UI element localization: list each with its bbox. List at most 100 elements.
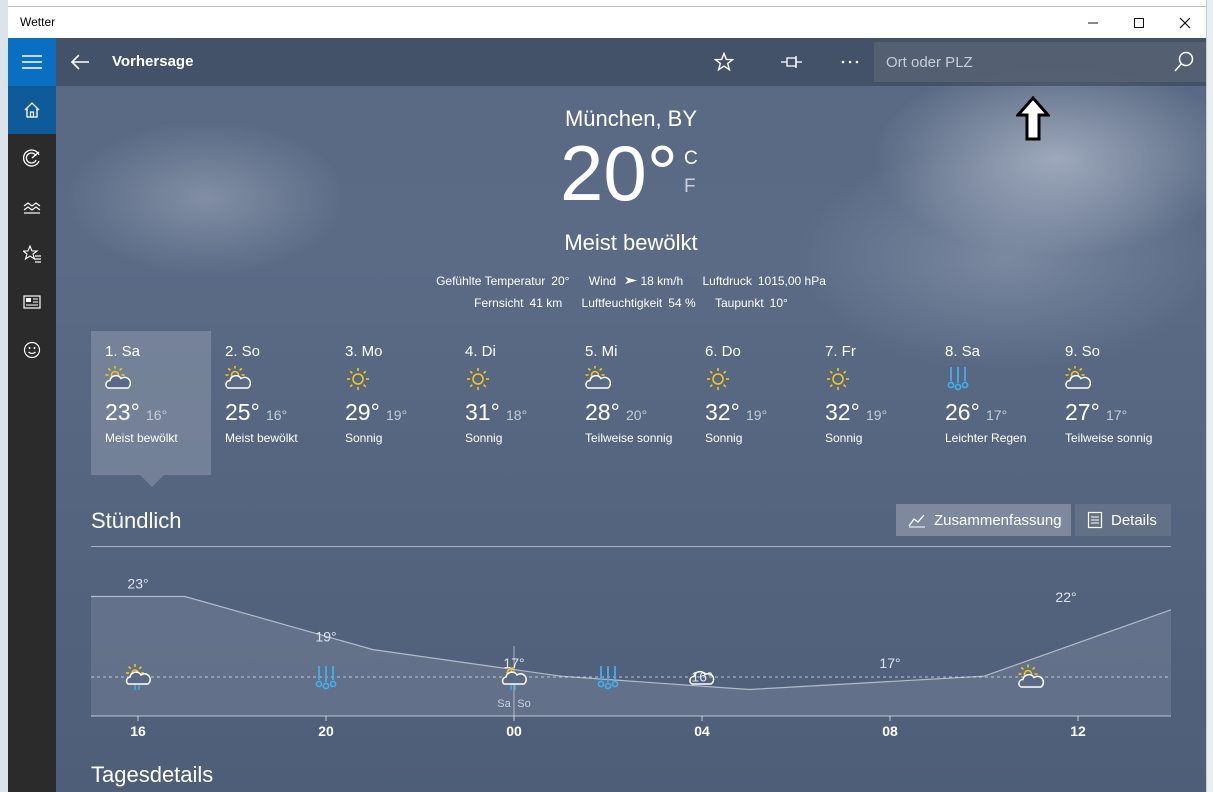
maximize-icon bbox=[1134, 18, 1144, 28]
day-forecast-7[interactable]: 7. Fr 32° 19° Sonnig bbox=[811, 331, 931, 475]
day-name: 1. Sa bbox=[105, 343, 141, 360]
x-tick-label: 08 bbox=[882, 723, 898, 739]
command-bar: Vorhersage bbox=[56, 38, 1206, 86]
search-icon[interactable] bbox=[1172, 50, 1196, 74]
current-condition: Meist bewölkt bbox=[564, 230, 698, 255]
radar-icon bbox=[23, 149, 40, 167]
day-high: 26° bbox=[945, 399, 980, 425]
x-tick-label: 12 bbox=[1070, 723, 1086, 739]
more-icon bbox=[841, 60, 859, 64]
day-low: 19° bbox=[866, 407, 888, 423]
nav-news[interactable] bbox=[8, 278, 56, 326]
day-condition: Teilweise sonnig bbox=[1065, 431, 1153, 445]
day-forecast-4[interactable]: 4. Di 31° 18° Sonnig bbox=[451, 331, 571, 475]
maximize-button[interactable] bbox=[1116, 7, 1162, 39]
day-forecast-1[interactable]: 1. Sa 23° 16° Meist bewölkt bbox=[91, 331, 211, 475]
day-name: 5. Mi bbox=[585, 343, 618, 360]
day-name: 4. Di bbox=[465, 343, 496, 360]
stat-feels-like: Gefühlte Temperatur 20° bbox=[436, 274, 570, 288]
day-high: 32° bbox=[825, 399, 860, 425]
nav-maps[interactable] bbox=[8, 134, 56, 182]
day-forecast-6[interactable]: 6. Do 32° 19° Sonnig bbox=[691, 331, 811, 475]
nav-favorites[interactable] bbox=[8, 230, 56, 278]
day-name: 6. Do bbox=[705, 343, 741, 360]
temperature-data-label: 23° bbox=[127, 576, 148, 592]
minimize-button[interactable] bbox=[1070, 7, 1116, 39]
search-input[interactable] bbox=[874, 42, 1176, 82]
stats-row-2: Fernsicht 41 km Luftfeuchtigkeit 54 % Taup… bbox=[56, 296, 1206, 310]
menu-icon bbox=[22, 55, 42, 69]
news-icon bbox=[23, 295, 41, 309]
page-title: Vorhersage bbox=[112, 53, 194, 70]
day-forecast-9[interactable]: 9. So 27° 17° Teilweise sonnig bbox=[1051, 331, 1171, 475]
day-low: 16° bbox=[266, 407, 288, 423]
window-title: Wetter bbox=[20, 15, 56, 29]
stats-row-1: Gefühlte Temperatur 20° Wind 18 km/h Luft… bbox=[56, 274, 1206, 288]
star-icon bbox=[714, 52, 734, 72]
day-condition: Meist bewölkt bbox=[225, 431, 298, 445]
feedback-icon bbox=[23, 341, 41, 359]
day-low: 20° bbox=[626, 407, 648, 423]
partly-cloudy-icon bbox=[1065, 366, 1091, 389]
pin-icon bbox=[781, 56, 802, 68]
celsius-toggle[interactable]: C bbox=[684, 148, 698, 170]
day-low: 17° bbox=[1106, 407, 1128, 423]
nav-feedback[interactable] bbox=[8, 326, 56, 374]
x-tick-label: 04 bbox=[694, 723, 710, 739]
desktop-left-edge bbox=[0, 0, 8, 792]
fahrenheit-toggle[interactable]: F bbox=[684, 176, 696, 198]
temperature-area bbox=[91, 596, 1171, 716]
day-condition: Sonnig bbox=[825, 431, 863, 445]
day-name: 2. So bbox=[225, 343, 261, 360]
close-icon bbox=[1179, 17, 1191, 29]
pin-button[interactable] bbox=[780, 50, 804, 74]
day-condition: Sonnig bbox=[705, 431, 743, 445]
back-button[interactable] bbox=[68, 50, 92, 74]
desktop-right-edge bbox=[1206, 0, 1213, 792]
day-condition: Meist bewölkt bbox=[105, 431, 178, 445]
nav-forecast[interactable] bbox=[8, 86, 56, 134]
selected-day-pointer bbox=[140, 475, 164, 487]
minimize-icon bbox=[1088, 22, 1098, 24]
day-condition: Leichter Regen bbox=[945, 431, 1027, 445]
wind-arrow-icon bbox=[625, 277, 638, 284]
favorite-button[interactable] bbox=[712, 50, 736, 74]
day-forecast-5[interactable]: 5. Mi 28° 20° Teilweise sonnig bbox=[571, 331, 691, 475]
day-name: 7. Fr bbox=[825, 343, 856, 360]
nav-historical[interactable] bbox=[8, 182, 56, 230]
day-high: 31° bbox=[465, 399, 500, 425]
window-titlebar: Wetter bbox=[8, 6, 1206, 39]
rain-icon bbox=[947, 367, 969, 391]
forecast-page: Vorhersage München, BY 20° C F Meist bew… bbox=[56, 38, 1206, 792]
temperature-data-label: 17° bbox=[879, 655, 900, 671]
hamburger-menu-button[interactable] bbox=[8, 38, 56, 86]
more-button[interactable] bbox=[838, 50, 862, 74]
sunny-icon bbox=[827, 368, 849, 390]
chart-icon bbox=[908, 514, 925, 528]
sunny-icon bbox=[347, 368, 369, 390]
stat-dewpoint: Taupunkt 10° bbox=[714, 296, 788, 310]
stat-visibility: Fernsicht 41 km bbox=[474, 296, 563, 310]
stat-pressure: Luftdruck 1015,00 hPa bbox=[702, 274, 826, 288]
day-high: 25° bbox=[225, 399, 260, 425]
day-high: 27° bbox=[1065, 399, 1100, 425]
day-forecast-8[interactable]: 8. Sa 26° 17° Leichter Regen bbox=[931, 331, 1051, 475]
day-forecast-3[interactable]: 3. Mo 29° 19° Sonnig bbox=[331, 331, 451, 475]
day-high: 32° bbox=[705, 399, 740, 425]
summary-button[interactable]: Zusammenfassung bbox=[896, 504, 1071, 536]
sunny-icon bbox=[467, 368, 489, 390]
day-marker-label: Sa bbox=[497, 698, 511, 710]
search-box[interactable] bbox=[874, 42, 1206, 82]
day-low: 16° bbox=[146, 407, 168, 423]
details-button[interactable]: Details bbox=[1075, 504, 1171, 536]
day-high: 28° bbox=[585, 399, 620, 425]
day-forecast-2[interactable]: 2. So 25° 16° Meist bewölkt bbox=[211, 331, 331, 475]
details-icon bbox=[1087, 511, 1103, 529]
stat-humidity: Luftfeuchtigkeit 54 % bbox=[581, 296, 696, 310]
home-icon bbox=[24, 102, 40, 118]
day-low: 18° bbox=[506, 407, 528, 423]
sunny-icon bbox=[707, 368, 729, 390]
day-high: 29° bbox=[345, 399, 380, 425]
close-button[interactable] bbox=[1162, 7, 1208, 39]
x-tick-label: 16 bbox=[130, 723, 146, 739]
